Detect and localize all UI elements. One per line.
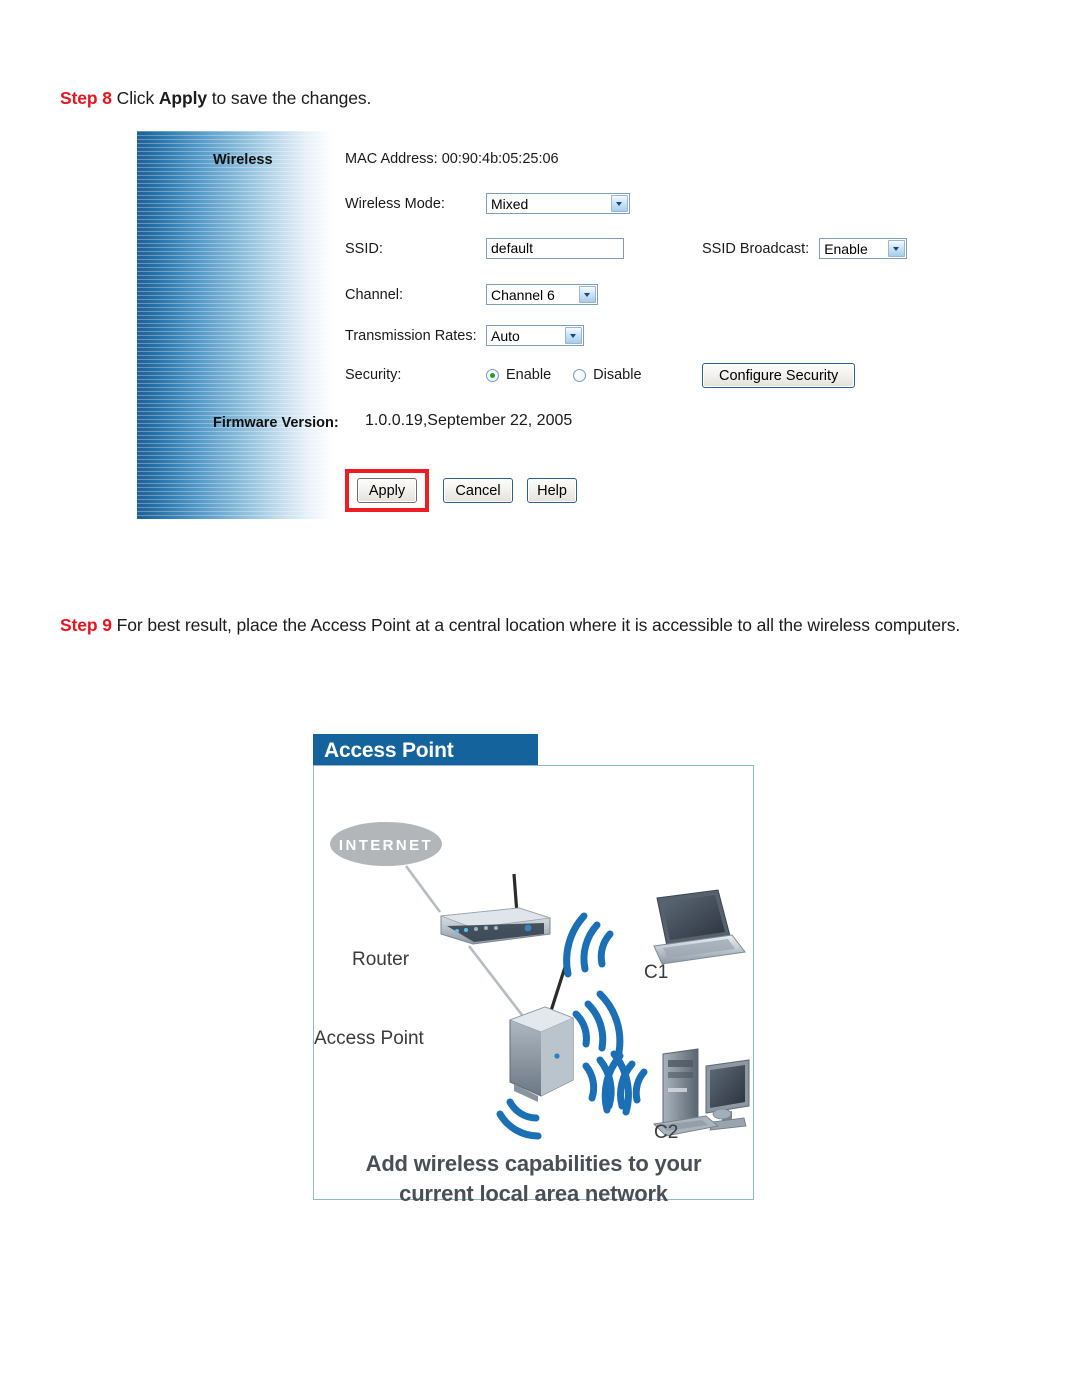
step-8-label: Step 8 [60,87,112,108]
security-disable-radio[interactable]: Disable [573,367,642,383]
ssid-broadcast-label: SSID Broadcast: [702,240,810,257]
ssid-broadcast-select[interactable]: Enable [819,238,908,259]
config-panel-sidebar-gradient [137,131,333,519]
apply-button[interactable]: Apply [357,478,417,503]
link-internet-router [404,865,442,913]
access-point-diagram: Access Point INTERNET Router Access Poin… [313,734,754,1206]
access-point-diagram-box: INTERNET Router Access Point C1 C2 Add w… [313,765,754,1206]
access-point-banner-title: Access Point [324,738,454,762]
caption-line-2: current local area network [399,1181,668,1206]
client-1-label: C1 [644,962,669,983]
step-8-text-before: Click [111,87,159,108]
step-8-bold-word: Apply [158,87,207,108]
form-button-bar: Apply Cancel Help [345,469,577,512]
wireless-mode-select[interactable]: Mixed [486,193,630,214]
channel-row: Channel: Channel 6 [345,284,598,305]
chevron-down-icon[interactable] [565,327,582,344]
section-heading-wireless: Wireless [213,152,273,168]
wifi-signal-ap-up [572,990,624,1056]
network-topology-illustration: INTERNET [330,822,750,1140]
step-9-text: For best result, place the Access Point … [111,614,961,635]
transmission-rates-value: Auto [491,327,520,344]
chevron-down-icon[interactable] [888,240,906,257]
wireless-mode-row: Wireless Mode: Mixed [345,193,630,214]
wireless-mode-value: Mixed [491,195,529,212]
step-8-text-after: to save the changes. [207,87,372,108]
access-point-banner: Access Point [313,734,538,767]
transmission-rates-label: Transmission Rates: [345,327,477,344]
security-enable-radio[interactable]: Enable [486,367,551,383]
security-radio-group: Enable Disable [486,367,664,383]
step-9-label: Step 9 [60,614,112,635]
radio-unselected-icon [573,368,587,382]
help-button[interactable]: Help [527,478,577,503]
laptop-icon [653,889,746,965]
radio-selected-icon [486,368,499,382]
chevron-down-icon[interactable] [579,286,596,303]
ssid-broadcast-value: Enable [824,240,868,257]
channel-value: Channel 6 [491,286,555,303]
configure-security-button[interactable]: Configure Security [702,363,856,388]
wifi-signal-ap-bottom [496,1098,542,1140]
transmission-rates-select[interactable]: Auto [486,325,584,346]
security-enable-label: Enable [506,367,552,383]
wireless-mode-label: Wireless Mode: [345,195,445,212]
svg-text:INTERNET: INTERNET [339,837,433,854]
access-point-label: Access Point [314,1028,424,1049]
mac-address-text: MAC Address: 00:90:4b:05:25:06 [345,151,559,167]
access-point-device-icon [508,963,575,1102]
channel-label: Channel: [345,286,404,303]
chevron-down-icon[interactable] [611,195,628,212]
security-disable-label: Disable [593,367,642,383]
step-9-instruction: Step 9 For best result, place the Access… [60,613,965,638]
apply-button-highlight-box: Apply [345,469,429,512]
transmission-rates-row: Transmission Rates: Auto [345,325,584,346]
security-label: Security: [345,367,402,383]
firmware-version-value: 1.0.0.19,September 22, 2005 [365,412,573,429]
access-point-caption: Add wireless capabilities to your curren… [314,1149,753,1209]
security-row: Security: Enable Disable [345,367,664,383]
cancel-button[interactable]: Cancel [443,478,513,503]
ssid-row: SSID: default [345,238,624,259]
caption-line-1: Add wireless capabilities to your [365,1151,702,1176]
wireless-config-panel: Wireless MAC Address: 00:90:4b:05:25:06 … [137,131,927,519]
channel-select[interactable]: Channel 6 [486,284,598,305]
router-icon [440,873,551,945]
firmware-version-label: Firmware Version: [213,415,339,431]
internet-ellipse-icon: INTERNET [330,822,442,866]
ssid-input[interactable]: default [486,238,624,259]
step-8-instruction: Step 8 Click Apply to save the changes. [60,86,960,111]
wifi-signal-c1 [563,912,614,978]
router-label: Router [352,949,410,970]
ssid-label: SSID: [345,240,383,257]
client-2-label: C2 [654,1122,679,1143]
ssid-broadcast-row: SSID Broadcast: Enable [702,238,908,259]
